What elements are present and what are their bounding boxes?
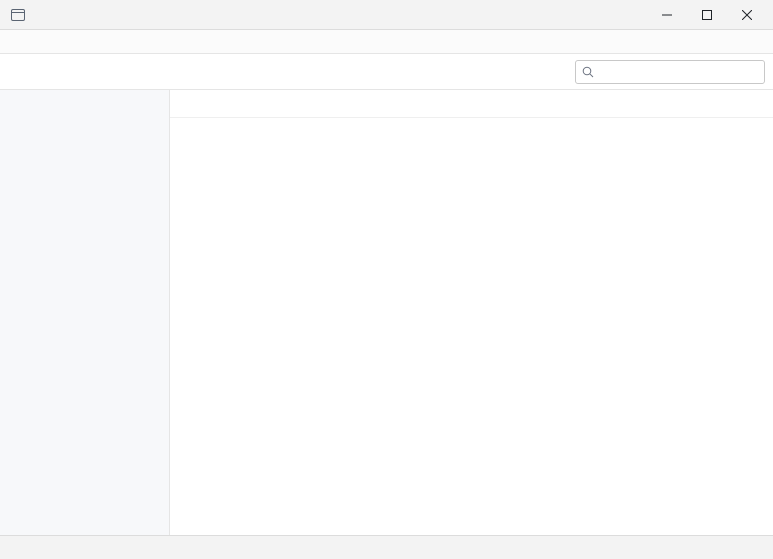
toolbar xyxy=(0,54,773,90)
title-bar xyxy=(0,0,773,30)
window-controls xyxy=(647,0,767,30)
minimize-icon xyxy=(662,14,672,15)
content-area xyxy=(0,90,773,535)
close-icon xyxy=(742,9,752,20)
search-box[interactable] xyxy=(575,59,765,84)
app-window xyxy=(0,0,773,559)
search-icon xyxy=(582,66,594,77)
close-button[interactable] xyxy=(727,0,767,30)
main-panel xyxy=(170,90,773,535)
minimize-button[interactable] xyxy=(647,0,687,30)
status-bar xyxy=(0,535,773,559)
sidebar xyxy=(0,90,170,535)
sidebar-section-title xyxy=(0,96,169,106)
maximize-icon xyxy=(702,9,712,20)
maximize-button[interactable] xyxy=(687,0,727,30)
table-container xyxy=(170,118,773,535)
menu-bar xyxy=(0,30,773,54)
breadcrumb xyxy=(170,90,773,118)
search-input[interactable] xyxy=(598,64,758,79)
app-icon xyxy=(10,7,26,23)
